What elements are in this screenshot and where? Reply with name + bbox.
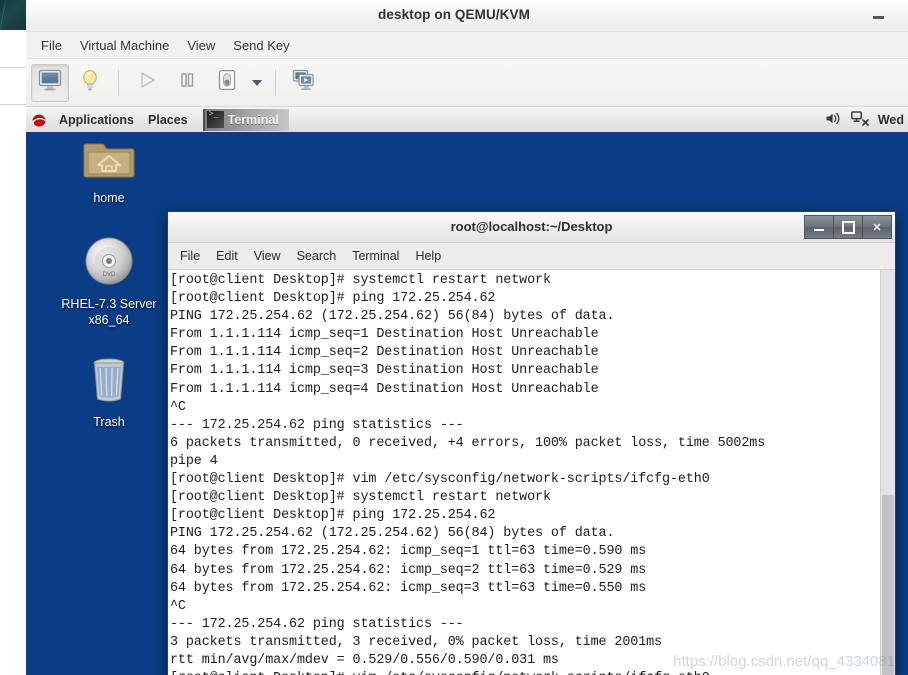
desktop-icon-rhel-dvd[interactable]: DVD RHEL-7.3 Server x86_64 xyxy=(54,235,164,328)
terminal-window: root@localhost:~/Desktop ✕ File Edit Vie… xyxy=(167,211,896,675)
virt-manager-toolbar xyxy=(26,59,908,107)
terminal-minimize-button[interactable] xyxy=(804,215,833,239)
terminal-menubar: File Edit View Search Terminal Help xyxy=(168,243,895,270)
gnome-panel-right: Wed xyxy=(825,107,908,132)
terminal-scrollbar-thumb[interactable] xyxy=(882,495,894,675)
guest-display: Applications Places Terminal xyxy=(26,107,908,675)
terminal-close-button[interactable]: ✕ xyxy=(862,215,892,239)
lightbulb-icon xyxy=(79,68,101,97)
run-button xyxy=(128,64,166,102)
taskbar-item-terminal[interactable]: Terminal xyxy=(202,108,289,131)
redhat-logo-icon xyxy=(30,111,48,129)
terminal-menu-view[interactable]: View xyxy=(246,246,289,266)
terminal-menu-edit[interactable]: Edit xyxy=(208,246,246,266)
pause-button[interactable] xyxy=(168,64,206,102)
terminal-body[interactable]: [root@client Desktop]# systemctl restart… xyxy=(168,270,895,675)
power-switch-icon xyxy=(216,69,238,96)
snapshot-screens-icon xyxy=(292,69,316,96)
menu-view[interactable]: View xyxy=(178,35,224,56)
host-desktop-backdrop xyxy=(0,0,26,30)
play-icon xyxy=(137,70,157,95)
toolbar-separator-2 xyxy=(275,69,276,96)
gnome-places-menu[interactable]: Places xyxy=(141,107,195,132)
show-console-button[interactable] xyxy=(31,63,69,102)
toolbar-separator-1 xyxy=(118,69,119,96)
desktop-icon-label: home xyxy=(93,191,125,205)
gnome-top-panel: Applications Places Terminal xyxy=(26,107,908,134)
host-backdrop-divider-1 xyxy=(0,67,26,68)
terminal-icon xyxy=(206,110,224,128)
menu-file[interactable]: File xyxy=(32,35,71,56)
minimize-icon xyxy=(814,228,824,231)
host-window-backdrop xyxy=(0,30,26,675)
snapshots-button[interactable] xyxy=(285,64,323,102)
minimize-button[interactable] xyxy=(872,9,886,23)
show-details-button[interactable] xyxy=(71,64,109,102)
terminal-menu-terminal[interactable]: Terminal xyxy=(344,246,407,266)
terminal-menu-file[interactable]: File xyxy=(172,246,208,266)
desktop-icon-home[interactable]: home xyxy=(54,135,164,206)
desktop-icon-label: RHEL-7.3 Server x86_64 xyxy=(61,297,157,327)
desktop-icon-label: Trash xyxy=(93,415,125,429)
virt-manager-title: desktop on QEMU/KVM xyxy=(378,7,530,22)
taskbar-item-label: Terminal xyxy=(227,112,279,127)
trash-icon xyxy=(85,358,133,409)
gnome-applications-menu[interactable]: Applications xyxy=(52,107,141,132)
terminal-maximize-button[interactable] xyxy=(833,215,862,239)
gnome-panel-left: Applications Places Terminal xyxy=(26,107,289,132)
network-disconnected-icon[interactable] xyxy=(850,110,869,129)
svg-text:DVD: DVD xyxy=(103,272,116,278)
screen-root: desktop on QEMU/KVM File Virtual Machine… xyxy=(0,0,908,675)
optical-disc-icon: DVD xyxy=(83,237,135,291)
pause-icon xyxy=(177,70,197,95)
gnome-clock[interactable]: Wed xyxy=(878,113,905,127)
terminal-menu-search[interactable]: Search xyxy=(289,246,345,266)
volume-icon[interactable] xyxy=(825,111,842,129)
monitor-icon xyxy=(38,69,62,96)
desktop-icon-trash[interactable]: Trash xyxy=(54,355,164,430)
terminal-menu-help[interactable]: Help xyxy=(407,246,449,266)
virt-manager-menubar: File Virtual Machine View Send Key xyxy=(26,32,908,59)
terminal-output: [root@client Desktop]# systemctl restart… xyxy=(170,273,766,675)
terminal-titlebar: root@localhost:~/Desktop ✕ xyxy=(168,212,895,243)
shutdown-button[interactable] xyxy=(208,64,246,102)
virt-manager-window: desktop on QEMU/KVM File Virtual Machine… xyxy=(26,0,908,675)
menu-send-key[interactable]: Send Key xyxy=(224,35,298,56)
shutdown-dropdown-arrow[interactable] xyxy=(248,65,266,101)
virt-manager-titlebar: desktop on QEMU/KVM xyxy=(26,0,908,32)
maximize-icon xyxy=(841,220,855,234)
chevron-down-icon xyxy=(252,79,262,86)
terminal-scrollbar[interactable] xyxy=(880,270,895,675)
home-folder-icon xyxy=(82,143,136,185)
terminal-title: root@localhost:~/Desktop xyxy=(450,219,613,234)
terminal-window-controls: ✕ xyxy=(804,215,892,239)
host-backdrop-divider-2 xyxy=(0,104,26,105)
menu-virtual-machine[interactable]: Virtual Machine xyxy=(71,35,178,56)
